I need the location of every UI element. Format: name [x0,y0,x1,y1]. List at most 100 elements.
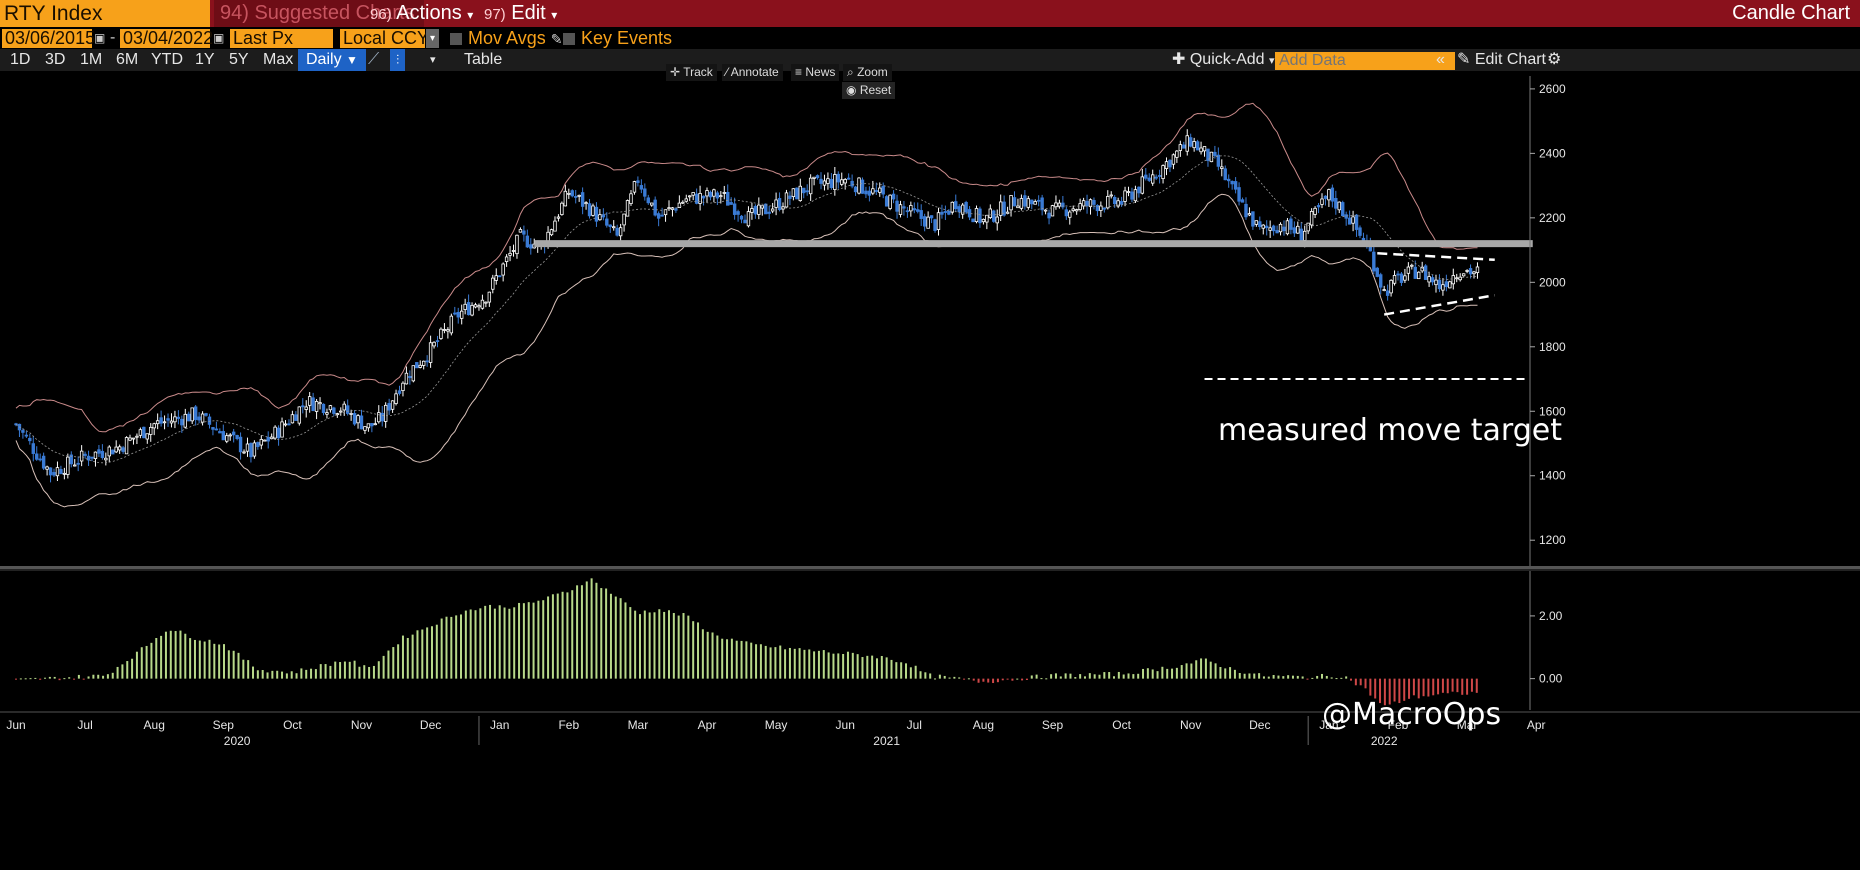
table-button[interactable]: Table [464,49,502,71]
oscillator-bar [218,644,221,679]
oscillator-bar [1291,675,1294,679]
candle-body [1358,227,1362,236]
edit-chart-button[interactable]: ✎ Edit Chart [1457,49,1546,71]
oscillator-bar [469,609,472,679]
oscillator-bar [213,643,216,679]
oscillator-bar [672,612,675,679]
oscillator-bar [798,648,801,679]
oscillator-bar [1427,678,1430,697]
checkbox-icon[interactable] [563,33,575,45]
edit-menu[interactable]: 97) Edit ▾ [478,0,557,27]
oscillator-bar [450,616,453,679]
candle-body [933,219,937,231]
oscillator-bar [740,640,743,679]
oscillator-bar [498,605,501,679]
bollinger-lower-line [15,193,1478,508]
period-1y[interactable]: 1Y [195,49,215,71]
mov-avgs-toggle[interactable]: Mov Avgs ✎ [450,29,562,49]
pencil-icon[interactable]: ✎ [551,31,563,47]
candle-body [950,201,955,213]
candle-body [1309,211,1314,226]
track-button[interactable]: ✛ Track [666,64,717,81]
price-chart[interactable]: 1200 1400 1600 1800 2000 2200 2400 2600 0.00 2.00… [0,0,1860,870]
line-chart-icon[interactable]: ⟋ [368,49,379,71]
candle-body [1043,209,1048,212]
oscillator-bar [1204,658,1207,679]
oscillator-bar [851,652,854,679]
oscillator-bar [1243,673,1246,679]
candle-body [992,210,996,222]
y-tick-label: 1800 [1539,340,1566,354]
oscillator-bar [716,635,719,679]
candle-body [1175,150,1179,158]
quick-add-button[interactable]: ✚ Quick-Add ▾ [1172,49,1275,71]
oscillator-bar [305,669,308,679]
candle-body [263,439,267,442]
start-date-field[interactable]: 03/06/2015 [2,29,95,48]
add-data-input[interactable] [1275,52,1455,70]
y-tick-label: 1200 [1539,533,1566,547]
candle-body [843,179,847,184]
calendar-icon[interactable]: ▣ [94,31,105,45]
actions-menu[interactable]: 96) Actions ▾ [364,0,473,27]
candle-body [1126,191,1131,193]
annotate-button[interactable]: ⁄ Annotate [722,64,783,81]
candle-body [1244,203,1248,218]
key-events-toggle[interactable]: Key Events [563,29,672,48]
candle-body [1182,144,1186,149]
candle-body [1078,203,1082,210]
reset-button[interactable]: ◉ Reset [842,82,896,99]
candle-body [1088,199,1093,208]
oscillator-bar [1030,675,1033,679]
macroops-watermark: @MacroOps [1322,697,1501,732]
candle-body [1227,178,1231,182]
candle-body [822,180,827,186]
candle-body [884,196,889,207]
candle-body [549,229,554,236]
end-date-field[interactable]: 03/04/2022 [120,29,213,48]
candle-icon[interactable]: ⫶ [390,49,406,71]
period-1m[interactable]: 1M [80,49,102,71]
gear-icon[interactable]: ⚙ [1547,49,1561,71]
oscillator-bar [82,678,85,680]
oscillator-bar [861,657,864,679]
candle-body [176,416,181,419]
period-ytd[interactable]: YTD [151,49,183,71]
candle-body [418,364,422,368]
checkbox-icon[interactable] [450,33,462,45]
candle-body [719,195,723,198]
chevron-down-icon[interactable]: ▾ [430,49,436,71]
oscillator-bar [150,642,153,679]
oscillator-bar [19,678,22,680]
period-1d[interactable]: 1D [10,49,30,71]
oscillator-bar [290,671,293,679]
chevron-down-icon[interactable]: ▾ [426,29,439,48]
frequency-select[interactable]: Daily ▼ [298,49,366,71]
currency-select[interactable]: Local CCY [340,29,429,48]
news-button[interactable]: ≡ News [791,64,840,81]
oscillator-bar [1441,678,1444,693]
oscillator-bar [1093,674,1096,679]
ticker-field[interactable]: RTY Index [0,0,210,27]
price-field-select[interactable]: Last Px [230,29,333,48]
period-max[interactable]: Max [263,49,293,71]
candle-body [1337,201,1341,211]
oscillator-bar [1248,673,1251,679]
period-6m[interactable]: 6M [116,49,138,71]
oscillator-bar [1214,663,1217,679]
period-5y[interactable]: 5Y [229,49,249,71]
oscillator-bar [116,666,119,679]
zoom-button[interactable]: ⌕ Zoom [843,64,892,81]
candle-body [269,436,274,440]
collapse-icon[interactable]: « [1436,49,1445,71]
candle-body [100,450,105,459]
candle-body [1448,281,1452,289]
oscillator-bar [1021,678,1024,681]
oscillator-bar [1074,677,1077,679]
oscillator-bar [324,664,327,679]
calendar-icon[interactable]: ▣ [213,31,224,45]
candle-body [971,218,975,223]
period-3d[interactable]: 3D [45,49,65,71]
oscillator-bar [102,675,105,679]
candle-body [155,420,160,425]
